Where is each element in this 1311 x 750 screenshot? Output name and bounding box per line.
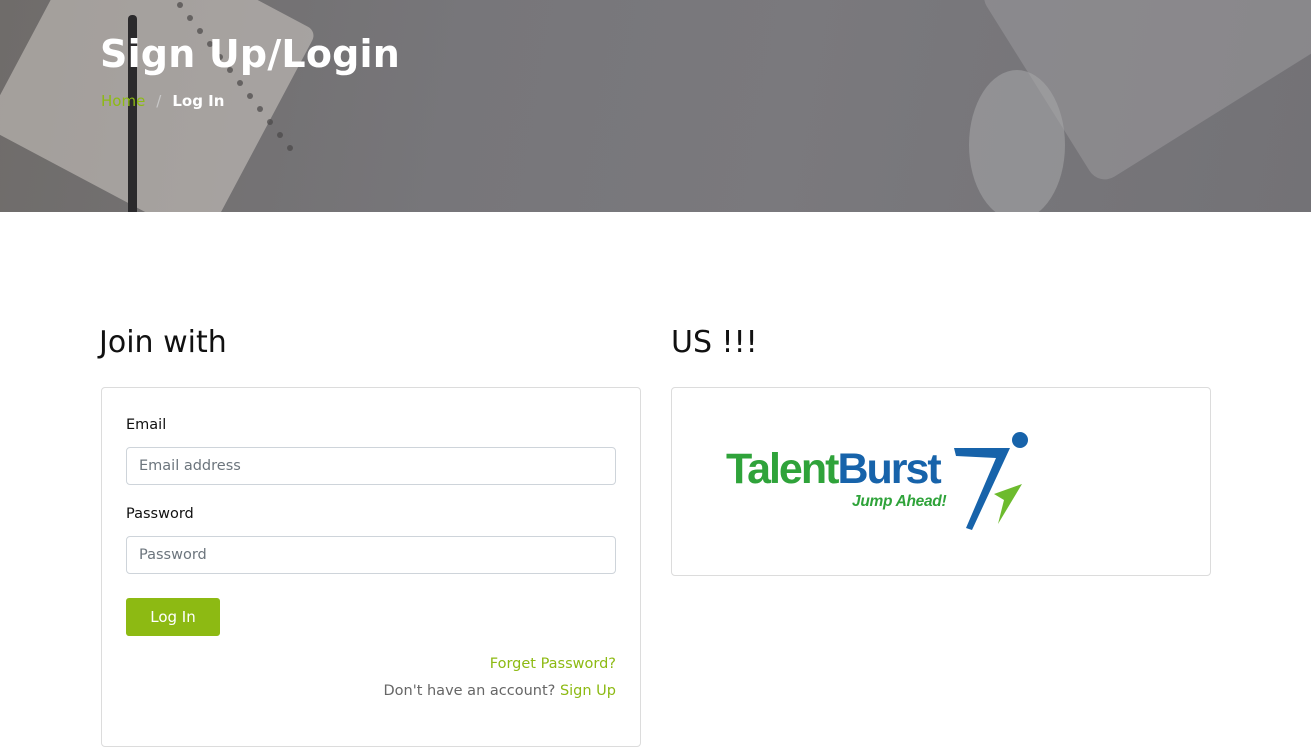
us-heading: US !!! xyxy=(671,325,758,360)
breadcrumb-home-link[interactable]: Home xyxy=(101,92,145,110)
email-field[interactable] xyxy=(126,447,616,485)
password-label: Password xyxy=(126,506,194,522)
logo-brand-talent: Talent xyxy=(726,445,839,493)
logo-brand-burst: Burst xyxy=(837,445,941,493)
join-heading: Join with xyxy=(99,325,227,360)
page-header-banner: Sign Up/Login Home / Log In xyxy=(0,0,1311,212)
login-button[interactable]: Log In xyxy=(126,598,220,636)
breadcrumb: Home / Log In xyxy=(101,92,224,110)
breadcrumb-separator: / xyxy=(156,92,162,110)
breadcrumb-current: Log In xyxy=(172,92,225,110)
login-form-card: Email Password Log In Forget Password? D… xyxy=(101,387,641,747)
signup-prompt: Don't have an account? Sign Up xyxy=(383,683,616,699)
running-figure-icon xyxy=(954,432,1028,530)
talentburst-logo: TalentBurst Jump Ahead! xyxy=(722,426,1042,536)
page-title: Sign Up/Login xyxy=(100,32,401,76)
email-label: Email xyxy=(126,417,167,433)
password-field[interactable] xyxy=(126,536,616,574)
forgot-password-link[interactable]: Forget Password? xyxy=(490,656,616,672)
signup-link[interactable]: Sign Up xyxy=(560,683,616,699)
logo-tagline: Jump Ahead! xyxy=(852,493,947,510)
logo-card: TalentBurst Jump Ahead! xyxy=(671,387,1211,576)
logo-wordmark: TalentBurst xyxy=(726,445,942,493)
no-account-text: Don't have an account? xyxy=(383,683,556,699)
